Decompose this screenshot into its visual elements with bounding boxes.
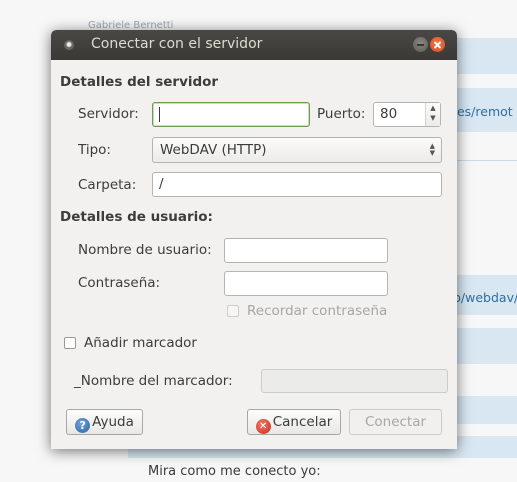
password-input[interactable] bbox=[224, 271, 388, 296]
bookmark-name-label: _Nombre del marcador: bbox=[74, 373, 233, 389]
window-menu-icon[interactable] bbox=[64, 40, 74, 50]
connect-button-label: Conectar bbox=[364, 414, 427, 430]
add-bookmark-checkbox[interactable] bbox=[64, 337, 76, 349]
port-spin-arrows[interactable]: ▲ ▼ bbox=[425, 103, 440, 126]
connect-to-server-dialog: Conectar con el servidor Detalles del se… bbox=[51, 30, 457, 449]
bookmark-name-input[interactable] bbox=[261, 369, 448, 393]
port-label: Puerto: bbox=[317, 106, 366, 122]
close-icon[interactable] bbox=[430, 37, 445, 52]
port-spinbutton[interactable]: 80 ▲ ▼ bbox=[373, 102, 441, 127]
help-button-label: Ayuda bbox=[92, 414, 134, 430]
type-selected-value: WebDAV (HTTP) bbox=[160, 142, 267, 158]
help-icon: ? bbox=[75, 418, 91, 433]
username-input[interactable] bbox=[224, 238, 388, 263]
background-link[interactable]: p/webdav/ bbox=[453, 290, 517, 305]
folder-value: / bbox=[159, 176, 164, 192]
remember-password-label: Recordar contraseña bbox=[247, 303, 388, 319]
password-label: Contraseña: bbox=[78, 275, 161, 291]
type-combobox[interactable]: WebDAV (HTTP) ▲ ▼ bbox=[152, 137, 442, 163]
server-details-heading: Detalles del servidor bbox=[60, 74, 219, 90]
folder-input[interactable]: / bbox=[152, 172, 442, 197]
comment-text: Mira como me conecto yo: bbox=[148, 464, 321, 479]
text-caret bbox=[159, 106, 160, 122]
username-label: Nombre de usuario: bbox=[78, 242, 212, 258]
folder-label: Carpeta: bbox=[78, 177, 137, 193]
cancel-icon: ✕ bbox=[255, 419, 271, 434]
dialog-title: Conectar con el servidor bbox=[91, 36, 263, 52]
spin-up-icon[interactable]: ▲ bbox=[426, 103, 440, 113]
type-label: Tipo: bbox=[78, 142, 111, 158]
minimize-icon[interactable] bbox=[413, 37, 428, 52]
user-details-heading: Detalles de usuario: bbox=[60, 209, 213, 225]
combo-arrows-icon: ▲ ▼ bbox=[429, 142, 435, 157]
cancel-button[interactable]: ✕ Cancelar bbox=[247, 409, 341, 435]
server-input[interactable] bbox=[152, 102, 310, 127]
server-label: Servidor: bbox=[78, 106, 139, 122]
remember-password-checkbox[interactable] bbox=[227, 305, 239, 317]
spin-down-icon[interactable]: ▼ bbox=[426, 113, 440, 123]
help-button[interactable]: ? Ayuda bbox=[66, 409, 143, 435]
connect-button[interactable]: Conectar bbox=[349, 409, 442, 435]
cancel-button-label: Cancelar bbox=[272, 414, 333, 430]
title-bar[interactable]: Conectar con el servidor bbox=[51, 30, 457, 60]
port-value: 80 bbox=[380, 106, 398, 122]
background-link[interactable]: .es/remot bbox=[453, 104, 513, 119]
add-bookmark-label: Añadir marcador bbox=[84, 335, 197, 351]
